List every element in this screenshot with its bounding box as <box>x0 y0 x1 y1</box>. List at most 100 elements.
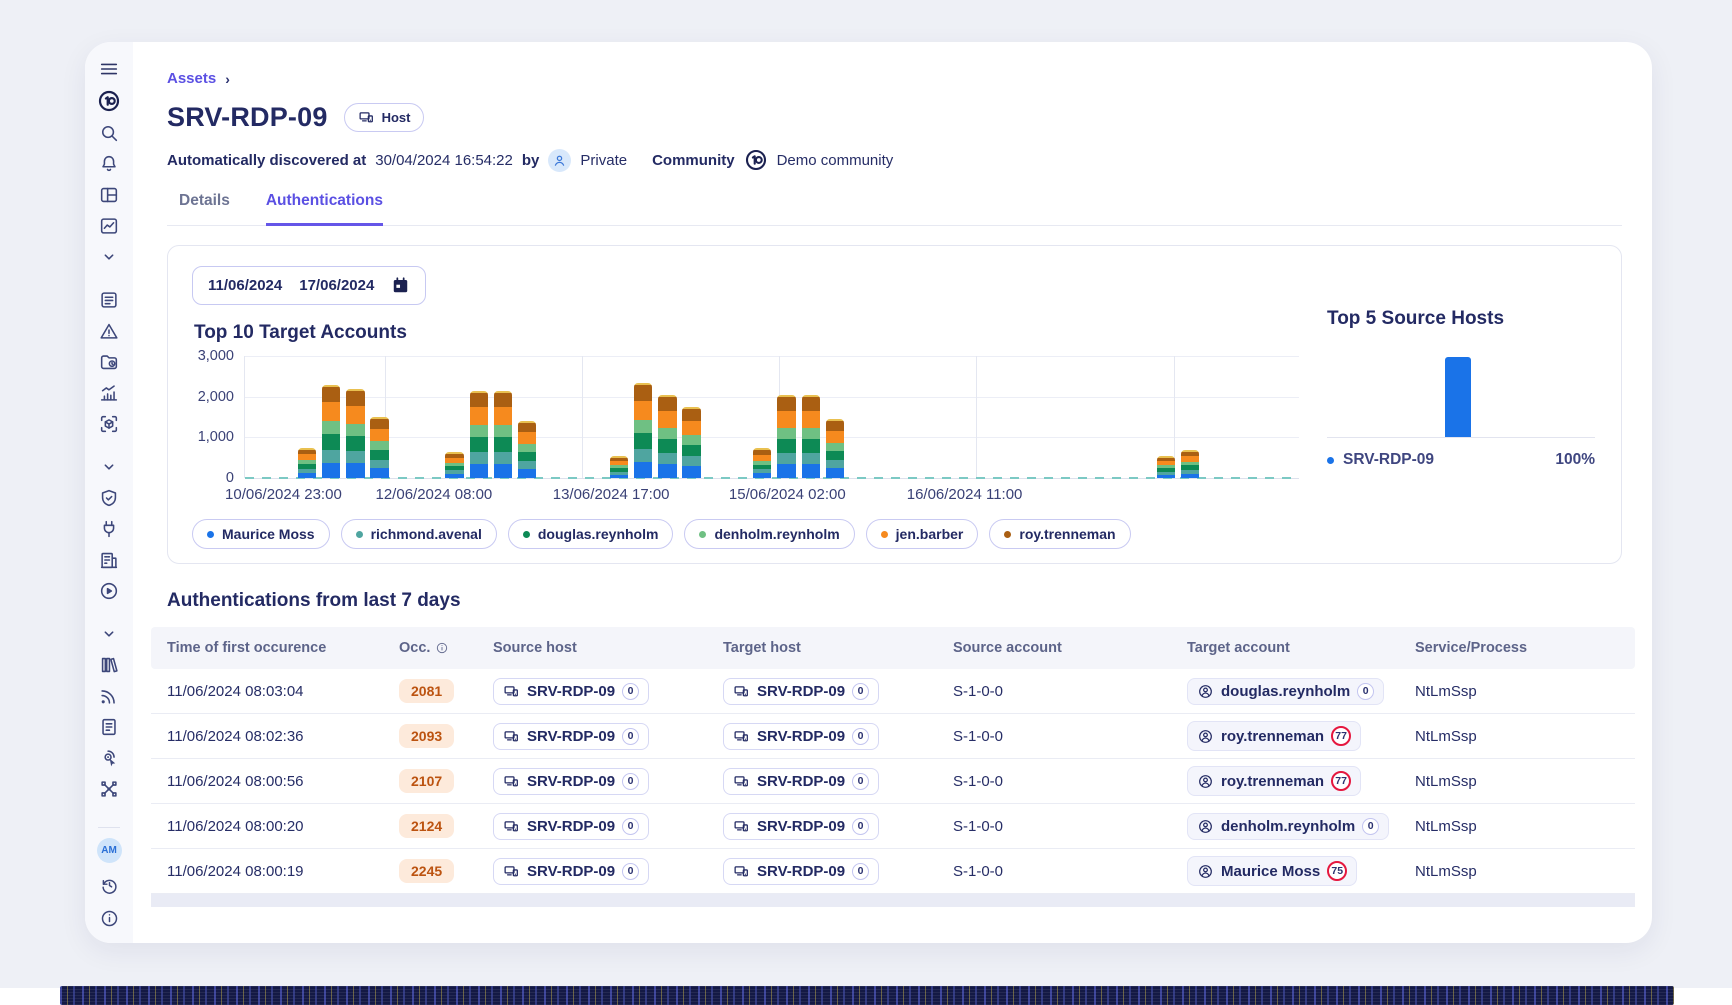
target-host-chip[interactable]: SRV-RDP-090 <box>723 723 879 750</box>
sidebar-logo-icon[interactable] <box>97 89 121 113</box>
legend-dot <box>1004 531 1011 538</box>
host-type-badge[interactable]: Host <box>344 103 425 132</box>
stacked-bar <box>610 456 628 478</box>
bar-segment-roy-trenneman <box>518 423 536 432</box>
tab-details[interactable]: Details <box>179 192 230 225</box>
legend-chip-jen-barber[interactable]: jen.barber <box>866 519 979 549</box>
host-name: SRV-RDP-09 <box>527 728 615 745</box>
source-host-cell: SRV-RDP-090 <box>493 768 723 795</box>
bar-segment-richmond-avenal <box>682 456 700 466</box>
bar-segment-denholm-reynholm <box>826 443 844 451</box>
calendar-icon[interactable] <box>391 276 410 295</box>
legend-chip-douglas-reynholm[interactable]: douglas.reynholm <box>508 519 674 549</box>
legend-chip-richmond-avenal[interactable]: richmond.avenal <box>341 519 497 549</box>
host-icon <box>733 818 750 835</box>
sidebar-documents-icon[interactable] <box>98 716 120 738</box>
sidebar-alerts-icon[interactable] <box>98 320 120 342</box>
target-account-chip[interactable]: denholm.reynholm0 <box>1187 813 1389 840</box>
source-host-cell: SRV-RDP-090 <box>493 813 723 840</box>
bar-segment-maurice-moss <box>826 468 844 478</box>
breadcrumb-assets-link[interactable]: Assets <box>167 70 216 87</box>
tab-authentications[interactable]: Authentications <box>266 192 383 226</box>
target-host-cell: SRV-RDP-090 <box>723 723 953 750</box>
sidebar-chevron-2-icon[interactable] <box>98 456 120 478</box>
table-row[interactable]: 11/06/2024 08:00:562107SRV-RDP-090SRV-RD… <box>151 759 1635 804</box>
table-row[interactable]: 11/06/2024 08:02:362093SRV-RDP-090SRV-RD… <box>151 714 1635 759</box>
source-host-chip[interactable]: SRV-RDP-090 <box>493 858 649 885</box>
bar-segment-douglas-reynholm <box>346 436 364 451</box>
target-account-chip[interactable]: Maurice Moss75 <box>1187 856 1357 886</box>
sidebar-integrations-icon[interactable] <box>98 518 120 540</box>
host-icon <box>503 818 520 835</box>
source-host-chip[interactable]: SRV-RDP-090 <box>493 678 649 705</box>
info-icon[interactable] <box>99 908 120 929</box>
sidebar-deception-icon[interactable] <box>98 747 120 769</box>
service-cell: NtLmSsp <box>1415 773 1635 790</box>
bar-segment-jen-barber <box>777 411 795 428</box>
legend-chip-roy-trenneman[interactable]: roy.trenneman <box>989 519 1130 549</box>
community-name: Demo community <box>777 152 894 169</box>
sidebar-feed-icon[interactable] <box>98 685 120 707</box>
target-account-chip[interactable]: douglas.reynholm0 <box>1187 678 1384 705</box>
sidebar-notifications-icon[interactable] <box>98 153 120 175</box>
sidebar-menu-icon[interactable] <box>98 58 120 80</box>
column-header-service-process: Service/Process <box>1415 640 1635 656</box>
source-host-chip[interactable]: SRV-RDP-090 <box>493 723 649 750</box>
date-from[interactable]: 11/06/2024 <box>208 277 282 294</box>
sidebar-analytics-icon[interactable] <box>98 382 120 404</box>
bar-segment-jen-barber <box>470 407 488 425</box>
history-icon[interactable] <box>99 875 120 896</box>
sidebar-dashboards-icon[interactable] <box>98 215 120 237</box>
occ-info-icon[interactable] <box>435 641 449 655</box>
bar-segment-roy-trenneman <box>826 421 844 431</box>
table-row[interactable]: 11/06/2024 08:03:042081SRV-RDP-090SRV-RD… <box>151 669 1635 714</box>
date-to[interactable]: 17/06/2024 <box>299 277 374 294</box>
stacked-bar <box>826 419 844 478</box>
column-header-occ-: Occ. <box>399 640 493 656</box>
bar-segment-maurice-moss <box>802 464 820 478</box>
sidebar-topology-icon[interactable] <box>98 778 120 800</box>
bar-segment-denholm-reynholm <box>494 425 512 437</box>
target-host-chip[interactable]: SRV-RDP-090 <box>723 858 879 885</box>
sidebar-folder-history-icon[interactable] <box>98 351 120 373</box>
date-range-picker[interactable]: 11/06/2024 17/06/2024 <box>192 266 426 305</box>
occ-count-pill: 2081 <box>399 679 454 703</box>
bar-segment-maurice-moss <box>370 468 388 478</box>
occ-count-pill: 2093 <box>399 724 454 748</box>
user-avatar[interactable]: AM <box>97 838 122 863</box>
sidebar-footer: AM <box>97 817 122 929</box>
sidebar-security-icon[interactable] <box>98 487 120 509</box>
bar-segment-roy-trenneman <box>634 385 652 401</box>
source-host-chip[interactable]: SRV-RDP-090 <box>493 768 649 795</box>
target-account-chip[interactable]: roy.trenneman77 <box>1187 721 1361 751</box>
sidebar-layout-icon[interactable] <box>98 184 120 206</box>
target-account-chip[interactable]: roy.trenneman77 <box>1187 766 1361 796</box>
target-host-cell: SRV-RDP-090 <box>723 678 953 705</box>
legend-chip-maurice-moss[interactable]: Maurice Moss <box>192 519 330 549</box>
sidebar-asset-scan-icon[interactable] <box>98 413 120 435</box>
column-header-target-host: Target host <box>723 640 953 656</box>
occ-cell: 2093 <box>399 724 493 748</box>
source-host-bar <box>1445 357 1471 437</box>
legend-chip-denholm-reynholm[interactable]: denholm.reynholm <box>684 519 854 549</box>
stacked-bar <box>346 389 364 478</box>
sidebar-divider <box>98 827 120 828</box>
source-host-chip[interactable]: SRV-RDP-090 <box>493 813 649 840</box>
target-host-chip[interactable]: SRV-RDP-090 <box>723 813 879 840</box>
sidebar-reports-icon[interactable] <box>98 289 120 311</box>
account-name: roy.trenneman <box>1221 773 1324 790</box>
sidebar-playbooks-icon[interactable] <box>98 580 120 602</box>
bar-segment-jen-barber <box>370 429 388 441</box>
sidebar-chevron-1-icon[interactable] <box>98 246 120 268</box>
sidebar-library-icon[interactable] <box>98 654 120 676</box>
account-name: douglas.reynholm <box>1221 683 1350 700</box>
target-host-chip[interactable]: SRV-RDP-090 <box>723 768 879 795</box>
bar-segment-richmond-avenal <box>634 449 652 462</box>
sidebar-organization-icon[interactable] <box>98 549 120 571</box>
sidebar-search-icon[interactable] <box>98 122 120 144</box>
table-section-title: Authentications from last 7 days <box>167 590 1622 612</box>
target-host-chip[interactable]: SRV-RDP-090 <box>723 678 879 705</box>
sidebar-chevron-3-icon[interactable] <box>98 623 120 645</box>
table-row[interactable]: 11/06/2024 08:00:202124SRV-RDP-090SRV-RD… <box>151 804 1635 849</box>
table-row[interactable]: 11/06/2024 08:00:192245SRV-RDP-090SRV-RD… <box>151 849 1635 894</box>
